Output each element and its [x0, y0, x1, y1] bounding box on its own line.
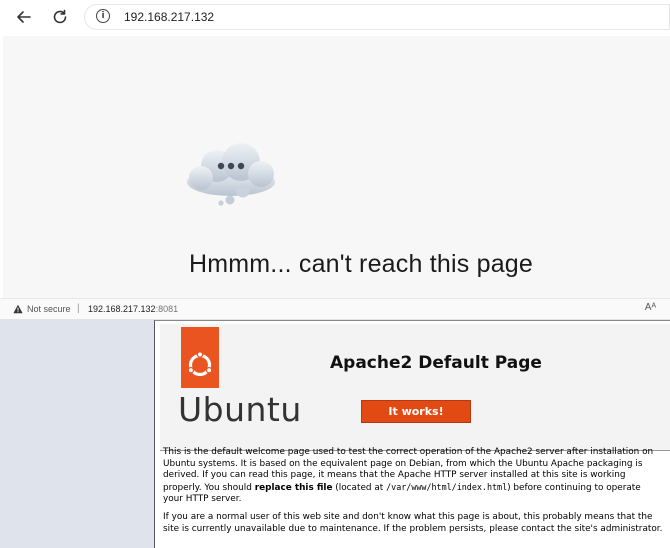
index-file-path: /var/www/html/index.html — [386, 481, 508, 492]
status-separator: | — [77, 303, 80, 314]
replace-file-emphasis: replace this file — [254, 482, 333, 493]
ubuntu-wordmark: Ubuntu — [178, 390, 302, 429]
back-button[interactable] — [12, 5, 36, 29]
apache-body: This is the default welcome page used to… — [163, 447, 663, 541]
ubuntu-logo-icon — [181, 327, 219, 388]
address-bar[interactable]: i 192.168.217.132 — [84, 4, 670, 30]
status-host-port: :8081 — [155, 304, 179, 314]
status-host: 192.168.217.132:8081 — [88, 304, 178, 314]
refresh-button[interactable] — [48, 5, 72, 29]
cloud-error-icon — [187, 143, 275, 206]
apache-header: Ubuntu Apache2 Default Page It works! — [160, 324, 670, 451]
it-works-banner: It works! — [361, 400, 471, 423]
error-title: Hmmm... can't reach this page — [188, 250, 534, 278]
url-text[interactable]: 192.168.217.132 — [124, 10, 214, 24]
intro-paragraph: This is the default welcome page used to… — [163, 447, 663, 506]
error-page: Hmmm... can't reach this page — [3, 36, 670, 298]
apache-default-page: Ubuntu Apache2 Default Page It works! Th… — [154, 320, 670, 548]
status-host-ip: 192.168.217.132 — [88, 304, 156, 314]
warning-icon — [13, 304, 23, 314]
desktop-background — [0, 320, 154, 548]
intro-text-2: (located at — [332, 482, 387, 493]
read-aloud-icon[interactable]: Aᴬ — [645, 302, 656, 313]
refresh-icon — [53, 9, 67, 24]
maintenance-paragraph: If you are a normal user of this web sit… — [163, 511, 663, 534]
apache-title: Apache2 Default Page — [330, 353, 542, 373]
security-label[interactable]: Not secure — [27, 304, 71, 314]
status-bar: Not secure | 192.168.217.132:8081 Aᴬ — [0, 298, 670, 320]
back-arrow-icon — [17, 11, 31, 23]
site-info-icon[interactable]: i — [96, 9, 110, 23]
browser-toolbar: i 192.168.217.132 — [0, 0, 670, 34]
